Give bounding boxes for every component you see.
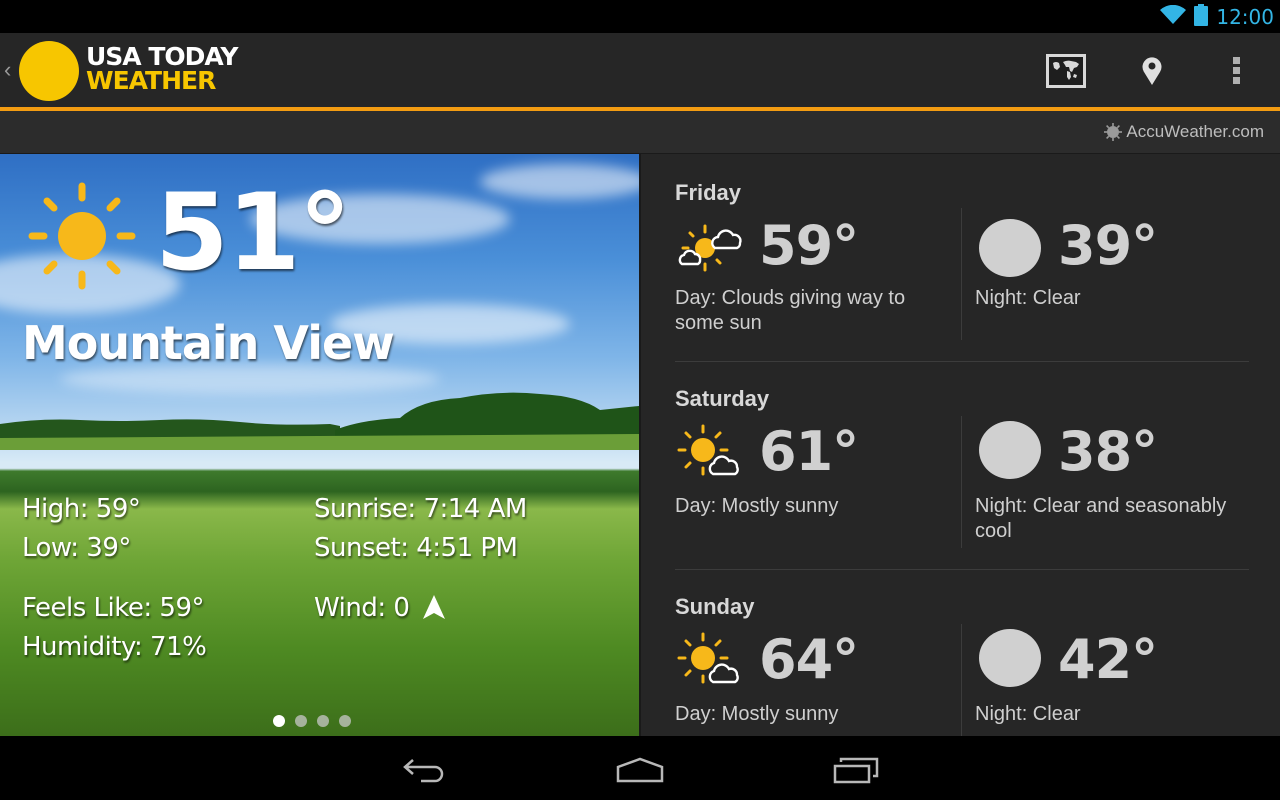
forecast-day-temp: 64°	[759, 628, 859, 691]
back-button[interactable]	[394, 750, 454, 790]
home-icon	[616, 757, 664, 783]
forecast-panel[interactable]: Friday 59° Day: Clouds giving way to som…	[639, 154, 1280, 736]
forecast-day-name: Friday	[675, 180, 742, 205]
forecast-day-desc: Day: Clouds giving way to some sun	[675, 287, 906, 334]
sunny-icon	[28, 182, 136, 290]
forecast-night-desc: Night: Clear	[975, 287, 1081, 309]
forecast-day-temp: 61°	[759, 420, 859, 483]
forecast-day-temp: 59°	[759, 214, 859, 277]
sunrise-time: Sunrise: 7:14 AM	[314, 494, 527, 524]
forecast-day-desc: Day: Mostly sunny	[675, 495, 839, 517]
background-treeline	[0, 392, 639, 450]
feels-like: Feels Like: 59°	[22, 593, 205, 623]
page-dot-1[interactable]	[273, 715, 285, 727]
moon-icon	[979, 629, 1041, 687]
low-temp: Low: 39°	[22, 533, 131, 563]
provider-label: AccuWeather.com	[1126, 122, 1264, 141]
divider	[961, 208, 962, 340]
recent-apps-button[interactable]	[827, 750, 887, 790]
logo-line-weather: WEATHER	[86, 66, 216, 95]
forecast-day-desc: Day: Mostly sunny	[675, 703, 839, 725]
moon-icon	[979, 421, 1041, 479]
sunset-time: Sunset: 4:51 PM	[314, 533, 518, 563]
forecast-night-desc: Night: Clear	[975, 703, 1081, 725]
app-logo[interactable]: USA TODAY WEATHER	[86, 44, 238, 95]
forecast-day[interactable]: Sunday 64° Day: Mostly sunny 42° Night: …	[675, 570, 1249, 736]
page-dot-4[interactable]	[339, 715, 351, 727]
status-icons: 12:00	[1160, 3, 1274, 31]
overflow-menu-icon	[1233, 57, 1240, 84]
accuweather-link[interactable]: AccuWeather.com	[1104, 122, 1264, 142]
wind-direction-arrow-icon	[423, 595, 445, 619]
forecast-night-desc: Night: Clear and seasonably cool	[975, 495, 1227, 542]
home-button[interactable]	[610, 750, 670, 790]
forecast-day-name: Sunday	[675, 594, 755, 619]
forecast-day[interactable]: Saturday 61° Day: Mostly sunny 38° Night…	[675, 362, 1249, 570]
background-cloud	[480, 164, 639, 199]
moon-icon	[979, 219, 1041, 277]
recent-apps-icon	[833, 757, 879, 784]
system-nav-bar	[0, 736, 1280, 800]
page-dot-2[interactable]	[295, 715, 307, 727]
wifi-icon	[1160, 4, 1187, 30]
forecast-night-temp: 38°	[1058, 420, 1158, 483]
divider	[961, 416, 962, 548]
forecast-night-temp: 39°	[1058, 214, 1158, 277]
page-indicator	[273, 715, 351, 727]
mostly-sunny-icon	[677, 632, 739, 684]
humidity: Humidity: 71%	[22, 632, 207, 662]
mostly-sunny-icon	[677, 424, 739, 476]
high-temp: High: 59°	[22, 494, 141, 524]
forecast-day-name: Saturday	[675, 386, 770, 411]
accuweather-sun-icon	[1104, 123, 1123, 141]
provider-bar: AccuWeather.com	[0, 111, 1280, 154]
sun-with-clouds-icon	[678, 224, 742, 272]
map-button[interactable]	[1046, 51, 1086, 91]
logo-sun-circle[interactable]	[19, 41, 79, 101]
location-button[interactable]	[1132, 51, 1172, 91]
city-name: Mountain View	[22, 316, 395, 370]
current-conditions-panel[interactable]: 51° Mountain View High: 59° Low: 39° Sun…	[0, 154, 639, 736]
location-pin-icon	[1142, 57, 1162, 85]
action-bar: ‹ USA TODAY WEATHER	[0, 33, 1280, 107]
forecast-night-temp: 42°	[1058, 628, 1158, 691]
wind-speed: Wind: 0	[314, 593, 410, 623]
page-dot-3[interactable]	[317, 715, 329, 727]
status-bar: 12:00	[0, 0, 1280, 33]
forecast-day[interactable]: Friday 59° Day: Clouds giving way to som…	[675, 154, 1249, 362]
current-temperature: 51°	[155, 171, 352, 294]
back-arrow-icon	[403, 759, 444, 783]
clock: 12:00	[1216, 5, 1274, 29]
world-map-icon	[1046, 54, 1086, 88]
divider	[961, 624, 962, 736]
overflow-menu-button[interactable]	[1217, 51, 1257, 91]
chevron-left-icon[interactable]: ‹	[4, 57, 11, 83]
battery-icon	[1194, 3, 1209, 31]
